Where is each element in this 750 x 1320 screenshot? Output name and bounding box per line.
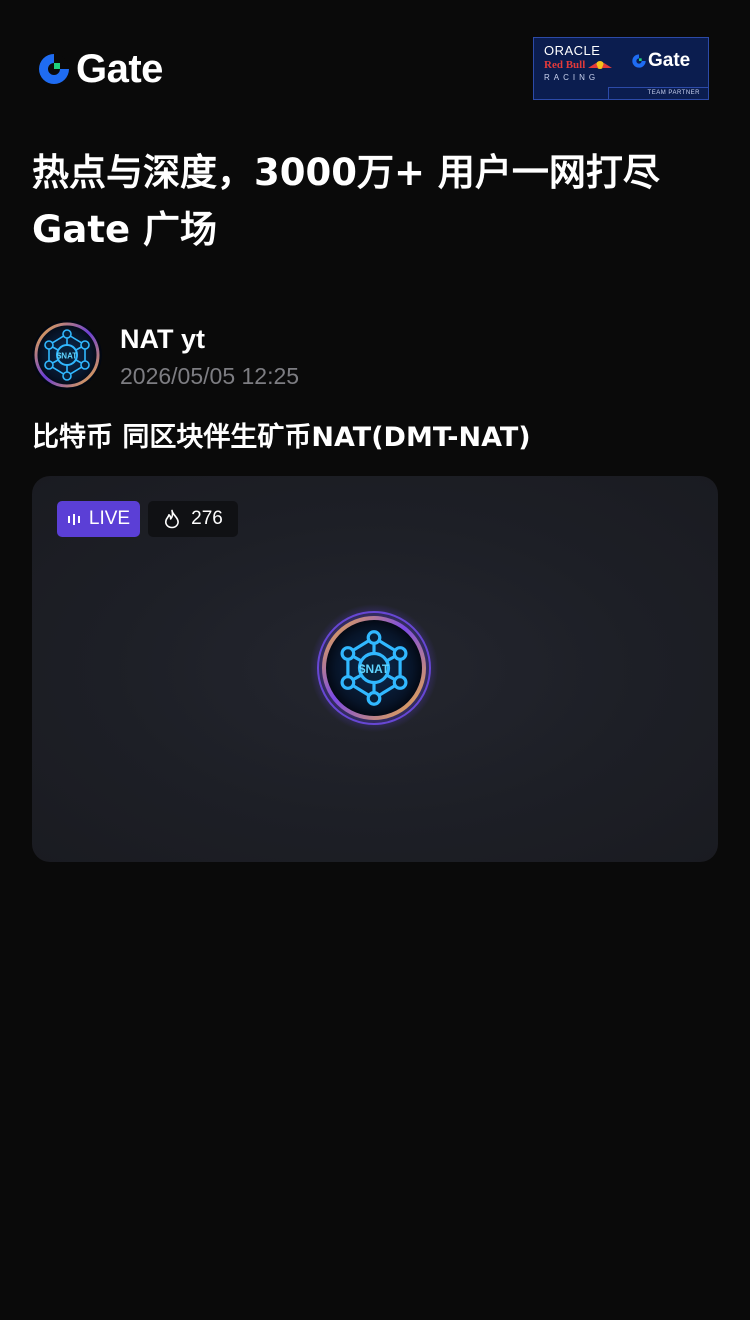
oracle-redbull-logo: ORACLE Red Bull RACING bbox=[544, 44, 616, 83]
gate-logo-icon bbox=[39, 54, 69, 84]
logo-wordmark: Gate bbox=[76, 47, 163, 91]
live-label: LIVE bbox=[88, 508, 131, 529]
post-title[interactable]: 比特币 同区块伴生矿币NAT(DMT-NAT) bbox=[32, 416, 531, 460]
partner-gate-label: Gate bbox=[648, 50, 691, 71]
live-bars-icon bbox=[67, 514, 80, 525]
oracle-label: ORACLE bbox=[544, 43, 601, 58]
author-avatar[interactable]: $NAT bbox=[32, 320, 102, 390]
avatar-label: $NAT bbox=[57, 352, 77, 361]
red-bull-icon bbox=[588, 61, 613, 69]
host-avatar: $NAT bbox=[310, 604, 438, 732]
gate-logo[interactable]: Gate bbox=[36, 46, 163, 92]
app-header: Gate ORACLE Red Bull RACING Gate TEAM PA… bbox=[0, 0, 750, 130]
headline-line-1: 热点与深度，3000万+ 用户一网打尽 bbox=[32, 151, 660, 194]
live-stream-card[interactable]: LIVE 276 $NAT bbox=[32, 476, 718, 862]
promo-headline: 热点与深度，3000万+ 用户一网打尽 Gate 广场 bbox=[32, 144, 722, 258]
racing-label: RACING bbox=[544, 73, 600, 82]
host-avatar-label: $NAT bbox=[359, 662, 390, 676]
viewer-count: 276 bbox=[191, 508, 223, 529]
partner-gate-logo: Gate bbox=[631, 50, 690, 72]
viewer-count-badge: 276 bbox=[148, 501, 238, 537]
team-partner-label: TEAM PARTNER bbox=[647, 90, 700, 96]
gate-logo-icon bbox=[632, 54, 646, 68]
headline-line-2: Gate 广场 bbox=[32, 208, 217, 251]
flame-icon bbox=[165, 509, 179, 529]
post-timestamp: 2026/05/05 12:25 bbox=[120, 363, 300, 389]
author-name[interactable]: NAT yt bbox=[120, 322, 205, 356]
live-badge: LIVE bbox=[57, 501, 140, 537]
team-partner-badge[interactable]: ORACLE Red Bull RACING Gate TEAM PARTNER bbox=[533, 37, 709, 100]
redbull-label: Red Bull bbox=[544, 59, 586, 71]
